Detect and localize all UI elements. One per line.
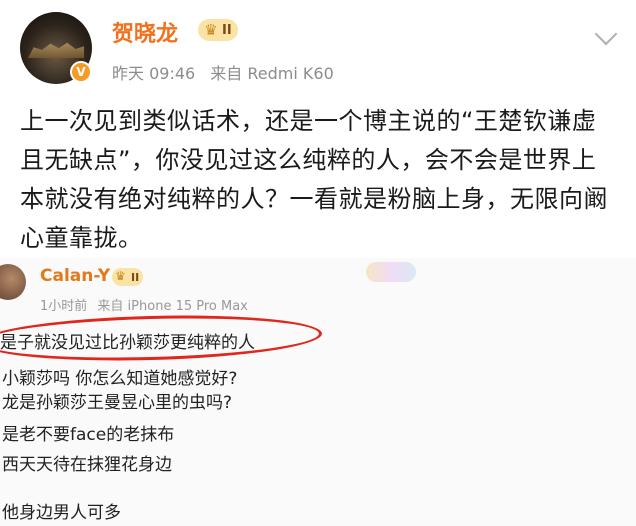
embedded-line: 龙是孙颖莎王曼昱心里的虫吗? — [2, 393, 233, 413]
embedded-time: 1小时前 — [40, 299, 88, 314]
level-badge[interactable]: ♛ II — [198, 19, 238, 41]
author-name[interactable]: 贺晓龙 — [112, 16, 178, 48]
embedded-line: 他身边男人可多 — [2, 503, 121, 523]
avatar-image — [28, 42, 84, 58]
verified-badge-icon: V — [70, 61, 92, 83]
embedded-level-badge-label: II — [131, 270, 140, 284]
level-badge-label: II — [222, 22, 232, 38]
crown-icon: ♛ — [204, 21, 218, 39]
embedded-avatar — [0, 264, 26, 300]
embedded-meta: 1小时前 来自 iPhone 15 Pro Max — [40, 295, 254, 314]
post-text: 上一次见到类似话术，还是一个博主说的“王楚钦谦虚且无缺点”，你没见过这么纯粹的人… — [20, 107, 608, 252]
crown-icon: ♛ — [115, 269, 126, 283]
embedded-screenshot: Calan-Y ♛ II 1小时前 来自 iPhone 15 Pro Max 是… — [0, 258, 636, 526]
post-header: V 贺晓龙 ♛ II 昨天 09:46 来自 Redmi K60 — [0, 0, 636, 95]
embedded-line: 西天天待在抹狸花身边 — [2, 455, 172, 475]
highlight-circle — [0, 311, 323, 365]
embedded-level-badge: ♛ II — [112, 268, 144, 286]
embedded-line: 小颖莎吗 你怎么知道她感觉好? — [2, 369, 238, 389]
post-source: 来自 Redmi K60 — [210, 64, 334, 83]
post-meta: 昨天 09:46 来自 Redmi K60 — [112, 60, 344, 84]
post-time: 昨天 09:46 — [112, 64, 196, 83]
sparkle-decoration-icon — [366, 262, 416, 282]
embedded-line: 是老不要face的老抹布 — [2, 425, 175, 445]
embedded-author-name: Calan-Y — [40, 266, 111, 286]
chevron-down-icon[interactable] — [594, 22, 618, 46]
embedded-source: 来自 iPhone 15 Pro Max — [97, 299, 248, 314]
